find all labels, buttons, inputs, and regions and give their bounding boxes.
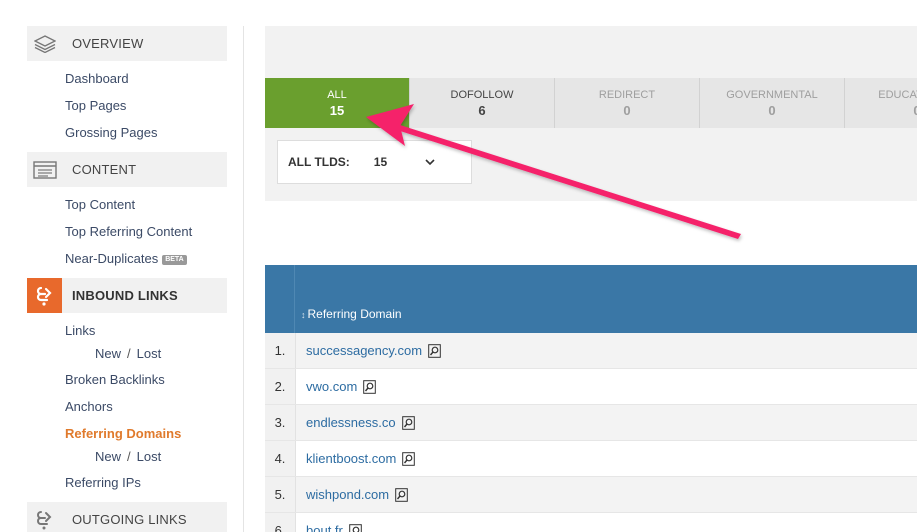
referring-domain-cell: wishpond.com bbox=[296, 477, 917, 512]
nav-referring-domains[interactable]: Referring Domains bbox=[27, 420, 227, 447]
link-type-tabs: ALL 15 DOFOLLOW 6 REDIRECT 0 GOVERNMENTA… bbox=[265, 78, 917, 128]
tab-redirect[interactable]: REDIRECT 0 bbox=[555, 78, 700, 128]
domain-search-icon[interactable] bbox=[402, 451, 416, 466]
domain-link[interactable]: vwo.com bbox=[306, 379, 357, 394]
domain-link[interactable]: klientboost.com bbox=[306, 451, 396, 466]
referring-domain-cell: vwo.com bbox=[296, 369, 917, 404]
domain-link[interactable]: wishpond.com bbox=[306, 487, 389, 502]
separator: / bbox=[127, 449, 131, 464]
nav-top-content[interactable]: Top Content bbox=[27, 191, 227, 218]
domain-search-icon[interactable] bbox=[349, 523, 362, 532]
nav-links-lost[interactable]: Lost bbox=[137, 346, 162, 361]
domain-link[interactable]: successagency.com bbox=[306, 343, 422, 358]
links-new-lost: New / Lost bbox=[27, 344, 227, 366]
tab-all-count: 15 bbox=[329, 102, 345, 118]
tab-educational-label: EDUCATIONAL bbox=[878, 88, 917, 101]
index-column-header bbox=[265, 265, 295, 333]
tab-dofollow[interactable]: DOFOLLOW 6 bbox=[410, 78, 555, 128]
domain-search-icon[interactable] bbox=[395, 487, 408, 502]
tab-governmental-count: 0 bbox=[768, 102, 776, 118]
tab-dofollow-count: 6 bbox=[478, 102, 486, 118]
tld-filter-value: 15 bbox=[373, 155, 388, 169]
separator: / bbox=[127, 346, 131, 361]
nav-broken-backlinks[interactable]: Broken Backlinks bbox=[27, 366, 227, 393]
tab-educational[interactable]: EDUCATIONAL 0 bbox=[845, 78, 917, 128]
section-inbound-links[interactable]: INBOUND LINKS bbox=[27, 278, 227, 313]
inbound-list: Links New / Lost Broken Backlinks Anchors … bbox=[27, 313, 227, 502]
tab-dofollow-label: DOFOLLOW bbox=[450, 88, 514, 101]
nav-referring-domains-lost[interactable]: Lost bbox=[137, 449, 162, 464]
row-index: 2. bbox=[265, 369, 296, 404]
sort-icon: ↕ bbox=[301, 310, 306, 320]
nav-grossing-pages[interactable]: Grossing Pages bbox=[27, 119, 227, 146]
section-overview-title: OVERVIEW bbox=[72, 36, 144, 51]
table-row: 2. vwo.com bbox=[265, 369, 917, 405]
tab-all-label: ALL bbox=[327, 88, 347, 101]
column-referring-domain-label: Referring Domain bbox=[307, 307, 402, 321]
row-index: 4. bbox=[265, 441, 296, 476]
nav-top-pages[interactable]: Top Pages bbox=[27, 92, 227, 119]
content-list-icon bbox=[27, 152, 62, 187]
tab-educational-count: 0 bbox=[913, 102, 917, 118]
filter-area: ALL TLDS: 15 bbox=[265, 128, 917, 201]
main-header-area bbox=[265, 26, 917, 78]
nav-anchors[interactable]: Anchors bbox=[27, 393, 227, 420]
domain-link[interactable]: endlessness.co bbox=[306, 415, 396, 430]
section-content-title: CONTENT bbox=[72, 162, 137, 177]
tld-filter-dropdown[interactable]: ALL TLDS: 15 bbox=[277, 140, 472, 184]
nav-referring-ips[interactable]: Referring IPs bbox=[27, 469, 227, 496]
referring-domains-new-lost: New / Lost bbox=[27, 447, 227, 469]
table-header: ↕ Referring Domain bbox=[265, 265, 917, 333]
tab-all[interactable]: ALL 15 bbox=[265, 78, 410, 128]
section-outgoing-title: OUTGOING LINKS bbox=[72, 512, 187, 527]
table-row: 5. wishpond.com bbox=[265, 477, 917, 513]
sidebar-divider bbox=[243, 26, 244, 532]
referring-domain-cell: successagency.com bbox=[296, 333, 917, 368]
beta-badge: BETA bbox=[162, 254, 187, 265]
overview-list: Dashboard Top Pages Grossing Pages bbox=[27, 61, 227, 152]
row-index: 6. bbox=[265, 513, 296, 532]
row-index: 3. bbox=[265, 405, 296, 440]
tab-redirect-count: 0 bbox=[623, 102, 631, 118]
nav-near-duplicates[interactable]: Near-Duplicates BETA bbox=[27, 245, 227, 272]
row-index: 5. bbox=[265, 477, 296, 512]
section-inbound-title: INBOUND LINKS bbox=[72, 288, 178, 303]
referring-domain-cell: endlessness.co bbox=[296, 405, 917, 440]
tab-governmental-label: GOVERNMENTAL bbox=[726, 88, 818, 101]
tld-filter-label: ALL TLDS: bbox=[288, 155, 350, 169]
domain-search-icon[interactable] bbox=[401, 415, 415, 430]
domain-search-icon[interactable] bbox=[363, 379, 377, 394]
tab-redirect-label: REDIRECT bbox=[598, 88, 656, 101]
domain-search-icon[interactable] bbox=[428, 343, 441, 358]
referring-domains-table: ↕ Referring Domain 1. successagency.com 2. v… bbox=[265, 265, 917, 532]
section-outgoing-links[interactable]: OUTGOING LINKS bbox=[27, 502, 227, 532]
table-row: 6. bout.fr bbox=[265, 513, 917, 532]
nav-near-duplicates-label: Near-Duplicates bbox=[65, 251, 159, 266]
table-row: 3. endlessness.co bbox=[265, 405, 917, 441]
referring-domain-cell: bout.fr bbox=[296, 513, 917, 532]
table-row: 4. klientboost.com bbox=[265, 441, 917, 477]
nav-dashboard[interactable]: Dashboard bbox=[27, 65, 227, 92]
page: OVERVIEW Dashboard Top Pages Grossing Pa… bbox=[0, 0, 917, 532]
referring-domain-cell: klientboost.com bbox=[296, 441, 917, 476]
nav-links-new[interactable]: New bbox=[95, 346, 121, 361]
row-index: 1. bbox=[265, 333, 296, 368]
section-content[interactable]: CONTENT bbox=[27, 152, 227, 187]
section-overview[interactable]: OVERVIEW bbox=[27, 26, 227, 61]
content-list: Top Content Top Referring Content Near-D… bbox=[27, 187, 227, 278]
domain-link[interactable]: bout.fr bbox=[306, 523, 343, 532]
sidebar: OVERVIEW Dashboard Top Pages Grossing Pa… bbox=[27, 26, 227, 532]
layers-icon bbox=[27, 26, 62, 61]
nav-referring-domains-new[interactable]: New bbox=[95, 449, 121, 464]
nav-top-referring-content[interactable]: Top Referring Content bbox=[27, 218, 227, 245]
nav-links[interactable]: Links bbox=[27, 317, 227, 344]
outgoing-links-icon bbox=[27, 502, 62, 532]
column-referring-domain[interactable]: ↕ Referring Domain bbox=[301, 307, 402, 321]
table-row: 1. successagency.com bbox=[265, 333, 917, 369]
chevron-down-icon bbox=[425, 159, 435, 166]
tab-governmental[interactable]: GOVERNMENTAL 0 bbox=[700, 78, 845, 128]
table-body: 1. successagency.com 2. vwo.com 3. endlessnes… bbox=[265, 333, 917, 532]
inbound-links-icon bbox=[27, 278, 62, 313]
